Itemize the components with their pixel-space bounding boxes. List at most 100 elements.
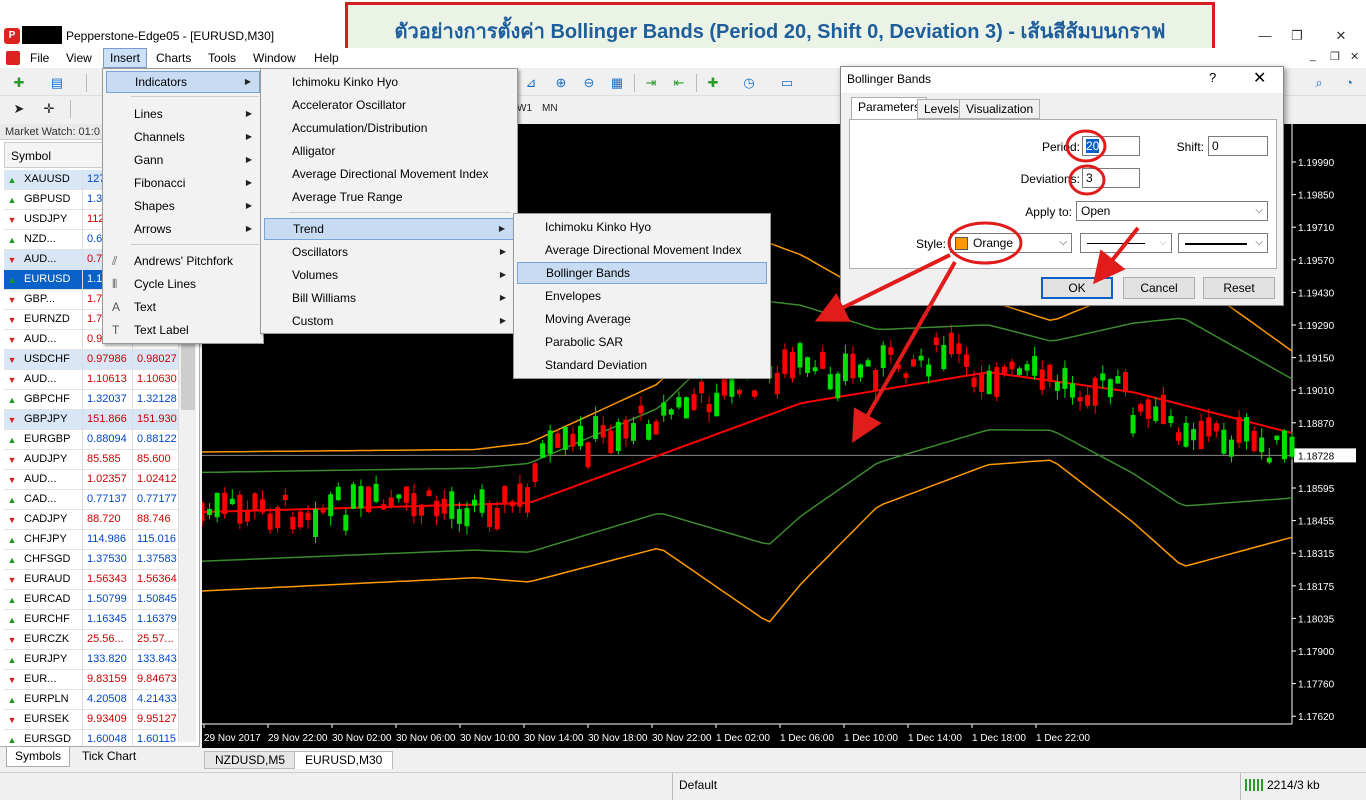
menu-item-accelerator[interactable]: Accelerator Oscillator [264, 94, 514, 116]
crosshair-icon[interactable]: ✛ [40, 100, 58, 118]
tile-windows-icon[interactable]: ▦ [608, 74, 626, 92]
menu-item-custom[interactable]: Custom ▶ [264, 310, 514, 332]
market-watch-row[interactable]: ▲ GBPCHF 1.32037 1.32128 [4, 390, 178, 410]
minimize-button[interactable]: — [1250, 24, 1280, 48]
menu-item-trend[interactable]: Trend ▶ [264, 218, 514, 240]
menu-item-ichimoku[interactable]: Ichimoku Kinko Hyo [264, 71, 514, 93]
market-watch-row[interactable]: ▲ EURJPY 133.820 133.843 [4, 650, 178, 670]
menu-item-text[interactable]: A Text [106, 296, 260, 318]
menu-item-admi[interactable]: Average Directional Movement Index [264, 163, 514, 185]
color-select[interactable]: Orange ⌵ [950, 233, 1072, 253]
market-watch-row[interactable]: ▲ EURCAD 1.50799 1.50845 [4, 590, 178, 610]
menu-item-arrows[interactable]: Arrows ▶ [106, 218, 260, 240]
chart-tab-eurusd[interactable]: EURUSD,M30 [294, 751, 394, 769]
cancel-button[interactable]: Cancel [1123, 277, 1195, 299]
menu-insert[interactable]: Insert [103, 48, 148, 68]
menu-item-atr[interactable]: Average True Range [264, 186, 514, 208]
menu-item-volumes[interactable]: Volumes ▶ [264, 264, 514, 286]
menu-item-bollinger-bands[interactable]: Bollinger Bands [517, 262, 767, 284]
menu-item-ichimoku-trend[interactable]: Ichimoku Kinko Hyo [517, 216, 767, 238]
menu-tools[interactable]: Tools [202, 48, 242, 68]
zoom-out-icon[interactable]: ⊖ [580, 74, 598, 92]
market-watch-row[interactable]: ▼ EURAUD 1.56343 1.56364 [4, 570, 178, 590]
dialog-close-button[interactable]: ✕ [1253, 68, 1266, 88]
new-chart-icon[interactable]: ✚ [10, 74, 28, 92]
line-style-select[interactable]: ⌵ [1080, 233, 1172, 253]
shift-input[interactable]: 0 [1208, 136, 1268, 156]
menu-window[interactable]: Window [247, 48, 302, 68]
periods-icon[interactable]: ◷ [740, 74, 758, 92]
tab-parameters[interactable]: Parameters [851, 97, 928, 119]
chart-tab-nzdusd[interactable]: NZDUSD,M5 [204, 751, 297, 769]
apply-to-select[interactable]: Open ⌵ [1076, 201, 1268, 221]
market-watch-row[interactable]: ▲ CHFSGD 1.37530 1.37583 [4, 550, 178, 570]
menu-item-bill-williams[interactable]: Bill Williams ▶ [264, 287, 514, 309]
menu-item-gann[interactable]: Gann ▶ [106, 149, 260, 171]
mdi-restore-button[interactable]: ❐ [1330, 50, 1340, 63]
chart-shift-icon[interactable]: ⊿ [522, 74, 540, 92]
document-icon[interactable] [6, 51, 20, 65]
toolbar-separator [86, 74, 87, 92]
auto-scroll-icon[interactable]: ⇥ [642, 74, 660, 92]
symbol-column-header[interactable]: Symbol [11, 149, 51, 163]
menu-item-text-label[interactable]: T Text Label [106, 319, 260, 341]
menu-charts[interactable]: Charts [150, 48, 197, 68]
reset-button[interactable]: Reset [1203, 277, 1275, 299]
market-watch-row[interactable]: ▲ EURCHF 1.16345 1.16379 [4, 610, 178, 630]
candle-body [403, 486, 409, 503]
close-button[interactable]: ✕ [1326, 24, 1356, 48]
menu-item-lines[interactable]: Lines ▶ [106, 103, 260, 125]
maximize-button[interactable]: ❐ [1282, 24, 1312, 48]
menu-item-shapes[interactable]: Shapes ▶ [106, 195, 260, 217]
menu-item-accumulation[interactable]: Accumulation/Distribution [264, 117, 514, 139]
help-button[interactable]: ? [1209, 70, 1216, 85]
zoom-in-icon[interactable]: ⊕ [552, 74, 570, 92]
menu-view[interactable]: View [60, 48, 98, 68]
deviations-input[interactable]: 3 [1082, 168, 1140, 188]
chat-icon[interactable]: ◔ [1340, 74, 1358, 92]
tab-tick-chart[interactable]: Tick Chart [74, 747, 144, 767]
templates-icon[interactable]: ▭ [778, 74, 796, 92]
menu-item-envelopes[interactable]: Envelopes [517, 285, 767, 307]
indicators-icon[interactable]: ✚ [704, 74, 722, 92]
menu-item-oscillators[interactable]: Oscillators ▶ [264, 241, 514, 263]
mdi-minimize-button[interactable]: _ [1310, 50, 1316, 62]
ok-button[interactable]: OK [1041, 277, 1113, 299]
market-watch-row[interactable]: ▼ AUD... 1.02357 1.02412 [4, 470, 178, 490]
market-watch-row[interactable]: ▼ EURCZK 25.56... 25.57... [4, 630, 178, 650]
menu-help[interactable]: Help [308, 48, 345, 68]
market-watch-row[interactable]: ▼ GBPJPY 151.866 151.930 [4, 410, 178, 430]
market-watch-row[interactable]: ▲ CAD... 0.77137 0.77177 [4, 490, 178, 510]
menu-item-parabolic-sar[interactable]: Parabolic SAR [517, 331, 767, 353]
menu-item-alligator[interactable]: Alligator [264, 140, 514, 162]
market-watch-row[interactable]: ▼ CADJPY 88.720 88.746 [4, 510, 178, 530]
tab-visualization[interactable]: Visualization [959, 99, 1041, 119]
market-watch-row[interactable]: ▼ EUR... 9.83159 9.84673 [4, 670, 178, 690]
market-watch-row[interactable]: ▼ AUDJPY 85.585 85.600 [4, 450, 178, 470]
menu-item-standard-deviation[interactable]: Standard Deviation [517, 354, 767, 376]
market-watch-row[interactable]: ▲ CHFJPY 114.986 115.016 [4, 530, 178, 550]
market-watch-row[interactable]: ▲ EURPLN 4.20508 4.21433 [4, 690, 178, 710]
market-watch-row[interactable]: ▼ USDCHF 0.97986 0.98027 [4, 350, 178, 370]
menu-item-fibonacci[interactable]: Fibonacci ▶ [106, 172, 260, 194]
menu-item-channels[interactable]: Channels ▶ [106, 126, 260, 148]
tab-symbols[interactable]: Symbols [6, 747, 71, 767]
period-input[interactable]: 20 [1082, 136, 1140, 156]
chart-shift-end-icon[interactable]: ⇤ [670, 74, 688, 92]
mdi-close-button[interactable]: ✕ [1350, 50, 1359, 63]
market-watch-row[interactable]: ▼ EURSEK 9.93409 9.95127 [4, 710, 178, 730]
search-icon[interactable]: ⌕ [1310, 74, 1328, 92]
cursor-icon[interactable]: ➤ [10, 100, 28, 118]
menu-file[interactable]: File [24, 48, 55, 68]
line-width-select[interactable]: ⌵ [1178, 233, 1268, 253]
menu-item-andrews-pitchfork[interactable]: ⫽ Andrews' Pitchfork [106, 250, 260, 272]
timeframe-mn[interactable]: MN [542, 103, 558, 114]
menu-item-indicators[interactable]: Indicators ▶ [106, 71, 260, 93]
market-watch-row[interactable]: ▼ AUD... 1.10613 1.10630 [4, 370, 178, 390]
menu-item-admi-trend[interactable]: Average Directional Movement Index [517, 239, 767, 261]
market-watch-row[interactable]: ▲ EURGBP 0.88094 0.88122 [4, 430, 178, 450]
menu-item-cycle-lines[interactable]: ⦀ Cycle Lines [106, 273, 260, 295]
profiles-icon[interactable]: ▤ [48, 74, 66, 92]
menu-item-moving-average[interactable]: Moving Average [517, 308, 767, 330]
timeframe-w1[interactable]: W1 [517, 103, 532, 114]
